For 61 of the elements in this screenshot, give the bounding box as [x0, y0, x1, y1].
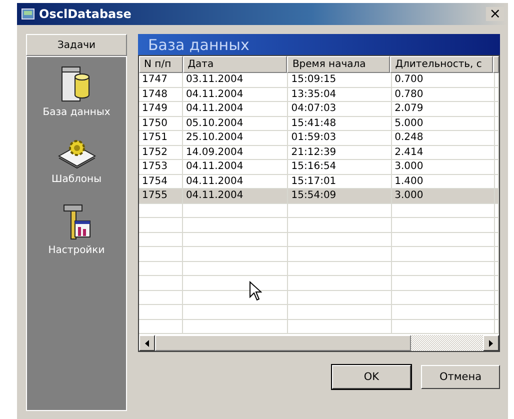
- sidebar-item[interactable]: База данных: [42, 107, 110, 118]
- table-cell: 04.11.2004: [182, 102, 288, 116]
- app-icon: [21, 7, 35, 21]
- table-cell: 0.700: [392, 73, 495, 88]
- column-header[interactable]: Длительность, с: [390, 56, 493, 73]
- table-cell: 1755: [139, 189, 183, 204]
- table-cell: 0.248: [392, 131, 495, 146]
- table-cell: 25.10.2004: [182, 131, 288, 146]
- table-row[interactable]: 1747 03.11.2004 15:09:15 0.700: [139, 73, 499, 88]
- scroll-thumb[interactable]: [155, 335, 411, 351]
- cancel-button[interactable]: Отмена: [421, 365, 500, 389]
- table-cell: 0.780: [392, 88, 495, 102]
- table-cell: 03.11.2004: [182, 73, 288, 88]
- table-cell: 04.11.2004: [182, 189, 288, 204]
- table-cell: 1747: [139, 73, 183, 88]
- table-cell: 3.000: [392, 160, 495, 174]
- sidebar-item[interactable]: Шаблоны: [52, 174, 102, 185]
- table-row[interactable]: 1748 04.11.2004 13:35:04 0.780: [139, 88, 499, 102]
- table-cell: 1752: [139, 146, 183, 160]
- table-row[interactable]: 1752 14.09.2004 21:12:39 2.414: [139, 146, 499, 160]
- table-row[interactable]: 1753 04.11.2004 15:16:54 3.000: [139, 160, 499, 174]
- scroll-right-button[interactable]: [483, 335, 499, 351]
- table-cell: 1751: [139, 131, 183, 146]
- panel-title: База данных: [138, 34, 500, 55]
- table-row[interactable]: 1750 05.10.2004 15:41:48 5.000: [139, 116, 499, 131]
- table-cell: 1748: [139, 88, 183, 102]
- table-row[interactable]: 1751 25.10.2004 01:59:03 0.248: [139, 131, 499, 146]
- table-cell: 1753: [139, 160, 183, 174]
- table-cell: 2.079: [392, 102, 495, 116]
- table-cell: 04.11.2004: [182, 160, 288, 174]
- ok-button[interactable]: OK: [332, 365, 411, 389]
- sidebar-item[interactable]: Настройки: [48, 245, 105, 256]
- table-cell: 21:12:39: [288, 146, 392, 160]
- table-cell: 01:59:03: [288, 131, 392, 146]
- left-arrow-icon: [145, 340, 149, 346]
- table-cell: 05.10.2004: [182, 116, 288, 131]
- close-button[interactable]: ×: [486, 7, 504, 21]
- mouse-pointer-icon: [249, 281, 262, 302]
- table-cell: 3.000: [392, 189, 495, 204]
- table-cell: 5.000: [392, 116, 495, 131]
- table-row[interactable]: 1755 04.11.2004 15:54:09 3.000: [139, 189, 499, 204]
- column-header[interactable]: Дата: [182, 56, 288, 73]
- table-cell: 04:07:03: [288, 102, 392, 116]
- table-cell: 1749: [139, 102, 183, 116]
- scroll-left-button[interactable]: [139, 335, 155, 351]
- window-title: OsclDatabase: [39, 7, 132, 21]
- table-cell: 15:41:48: [288, 116, 392, 131]
- table-cell: 1750: [139, 116, 183, 131]
- table-cell: 15:09:15: [288, 73, 392, 88]
- right-arrow-icon: [489, 340, 493, 346]
- horizontal-scrollbar[interactable]: [138, 335, 500, 352]
- sidebar-header: Задачи: [26, 34, 127, 56]
- table-cell: 15:54:09: [288, 189, 392, 204]
- column-header[interactable]: Время начала: [287, 56, 390, 73]
- column-header[interactable]: N п/п: [139, 56, 183, 73]
- table-cell: 15:16:54: [288, 160, 392, 174]
- table-cell: 2.414: [392, 146, 495, 160]
- table-row[interactable]: 1749 04.11.2004 04:07:03 2.079: [139, 102, 499, 116]
- table-cell: 14.09.2004: [182, 146, 288, 160]
- table-cell: 04.11.2004: [182, 88, 288, 102]
- table-cell: 13:35:04: [288, 88, 392, 102]
